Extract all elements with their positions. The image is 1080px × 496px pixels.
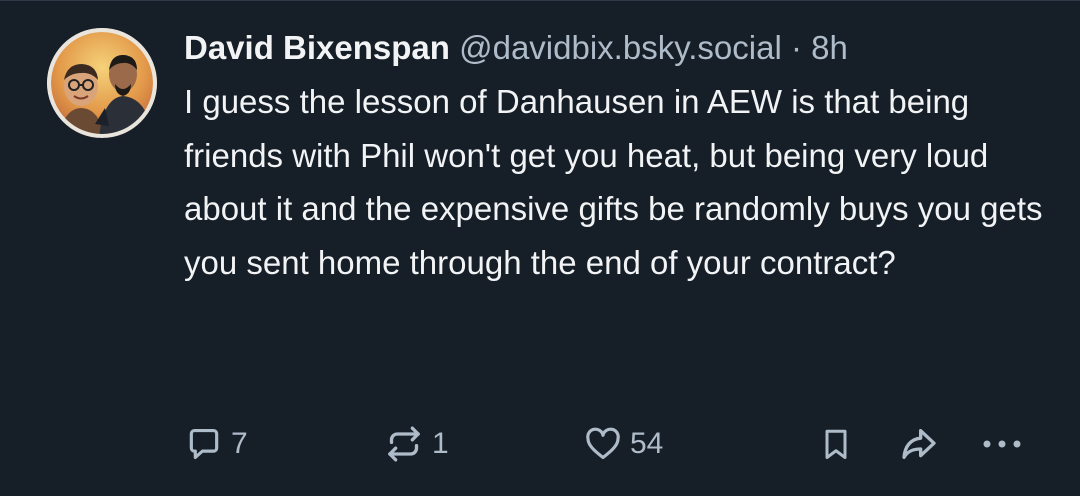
post-timestamp[interactable]: 8h: [811, 29, 848, 66]
more-icon: [983, 440, 1021, 448]
repost-icon: [388, 426, 420, 462]
heart-icon: [586, 427, 620, 460]
post-actions: 7 1 54: [0, 419, 1080, 469]
share-button[interactable]: [898, 419, 940, 469]
like-button[interactable]: 54: [584, 419, 663, 469]
post-content: David Bixenspan @davidbix.bsky.social · …: [184, 23, 1044, 289]
bookmark-icon: [825, 429, 847, 459]
post-text: I guess the lesson of Danhausen in AEW i…: [184, 83, 1043, 281]
share-icon: [902, 429, 936, 459]
repost-count: 1: [432, 427, 449, 460]
like-count: 54: [630, 427, 664, 460]
post-header: David Bixenspan @davidbix.bsky.social · …: [184, 23, 1044, 73]
separator-dot: ·: [790, 29, 802, 66]
more-options-button[interactable]: [980, 419, 1024, 469]
author-handle[interactable]: @davidbix.bsky.social: [459, 29, 782, 66]
reply-icon: [189, 428, 219, 460]
avatar-photo: [47, 28, 157, 138]
repost-button[interactable]: 1: [384, 419, 449, 469]
post-card: David Bixenspan @davidbix.bsky.social · …: [0, 0, 1080, 496]
reply-button[interactable]: 7: [185, 419, 248, 469]
author-display-name[interactable]: David Bixenspan: [184, 29, 450, 66]
bookmark-button[interactable]: [818, 419, 854, 469]
avatar[interactable]: [47, 28, 157, 138]
reply-count: 7: [231, 427, 248, 460]
